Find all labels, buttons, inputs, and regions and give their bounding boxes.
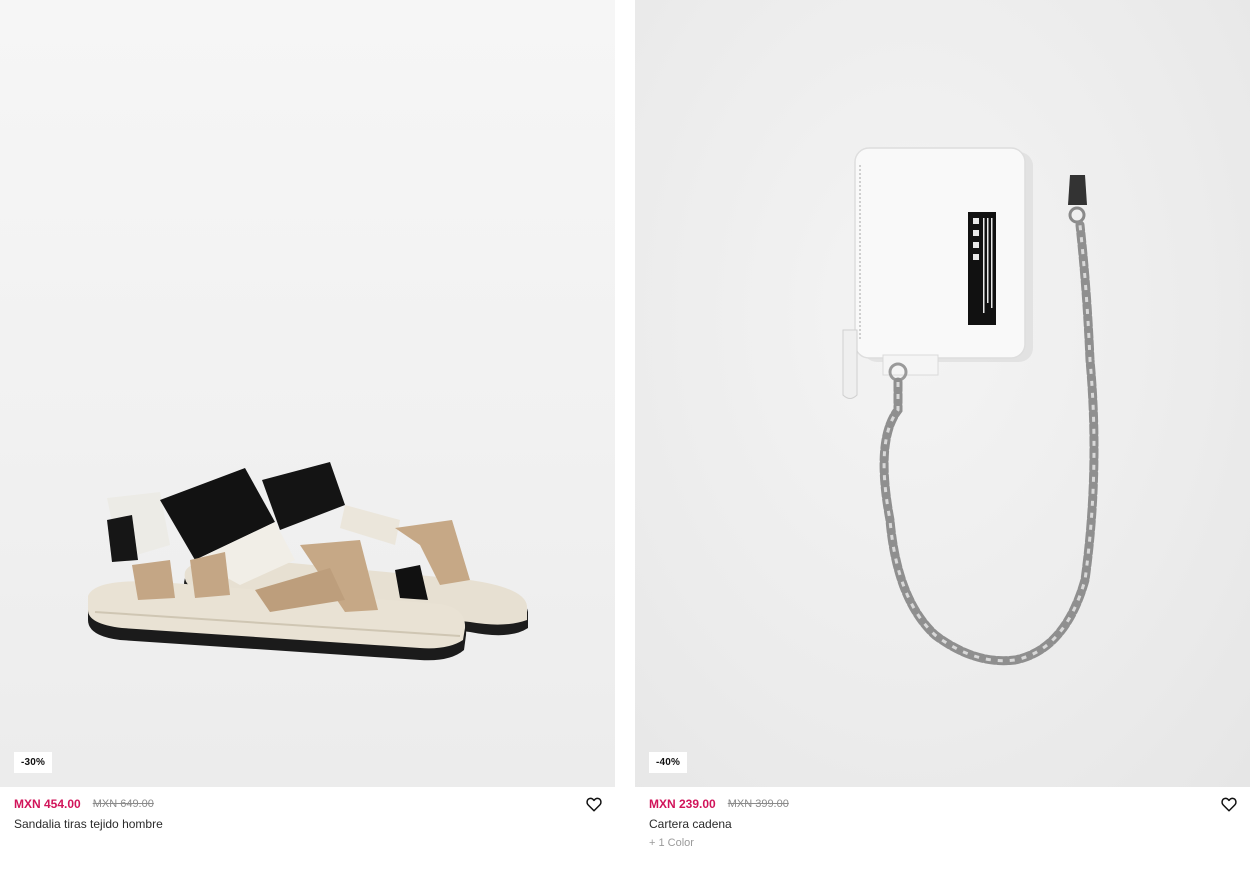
wallet-chain-image (842, 147, 1099, 666)
product-info: MXN 454.00 MXN 649.00 Sandalia tiras tej… (14, 796, 604, 832)
color-count[interactable]: + 1 Color (649, 836, 1239, 850)
price-row: MXN 454.00 MXN 649.00 (14, 796, 604, 812)
sale-price: MXN 454.00 (14, 797, 81, 811)
price-row: MXN 239.00 MXN 399.00 (649, 796, 1239, 812)
product-card: -40% MXN 239.00 MXN 399.00 Cartera caden… (635, 0, 1250, 886)
heart-icon[interactable] (585, 795, 603, 813)
product-card: -30% MXN 454.00 MXN 649.00 Sandalia tira… (0, 0, 615, 886)
sale-price: MXN 239.00 (649, 797, 716, 811)
product-info: MXN 239.00 MXN 399.00 Cartera cadena + 1… (649, 796, 1239, 850)
discount-badge: -30% (14, 752, 53, 773)
original-price: MXN 649.00 (92, 798, 154, 810)
product-grid: -30% MXN 454.00 MXN 649.00 Sandalia tira… (0, 0, 1250, 886)
product-image-sandal[interactable]: -30% (0, 0, 615, 787)
original-price: MXN 399.00 (727, 798, 789, 810)
product-image-wallet[interactable]: -40% (635, 0, 1250, 787)
heart-icon[interactable] (1220, 795, 1238, 813)
discount-badge: -40% (649, 752, 688, 773)
product-name[interactable]: Sandalia tiras tejido hombre (14, 817, 604, 832)
sandal-image (88, 462, 528, 661)
product-name[interactable]: Cartera cadena (649, 817, 1239, 832)
